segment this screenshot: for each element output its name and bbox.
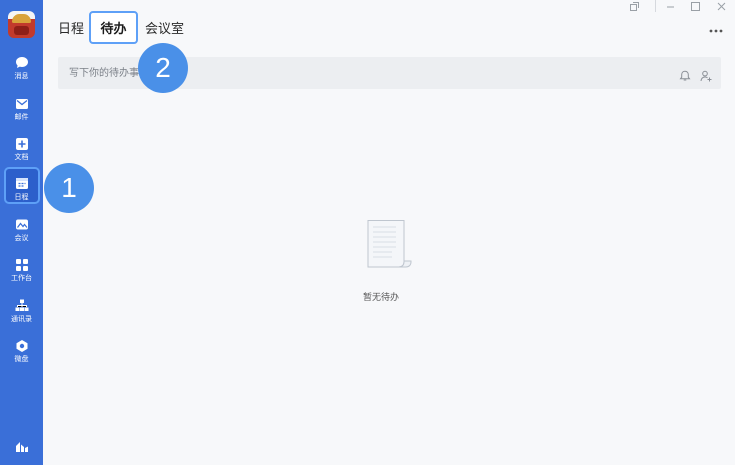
sidebar-item-label: 邮件: [14, 113, 29, 121]
sidebar-item-label: 消息: [14, 72, 29, 80]
assign-user-icon[interactable]: [700, 67, 712, 82]
empty-state-illustration: [355, 219, 425, 275]
stats-icon: [15, 440, 29, 453]
tab-todo[interactable]: 待办: [89, 11, 138, 44]
more-options-icon[interactable]: [709, 21, 723, 37]
reminder-bell-icon[interactable]: [679, 67, 691, 81]
sidebar-item-label: 会议: [14, 234, 29, 242]
document-plus-icon: [15, 137, 29, 150]
sidebar-item-drive[interactable]: 微盘: [0, 337, 43, 373]
sidebar-item-label: 日程: [14, 193, 29, 201]
cloud-drive-icon: [15, 339, 29, 352]
callout-one: 1: [44, 163, 94, 213]
tab-todo-label: 待办: [100, 22, 127, 37]
sidebar-item-label: 通讯录: [11, 315, 32, 323]
empty-state-text: 暂无待办: [363, 293, 400, 303]
maximize-icon[interactable]: [691, 2, 700, 14]
chat-bubble-icon: [15, 56, 29, 69]
close-icon[interactable]: [717, 2, 726, 14]
tab-schedule[interactable]: 日程: [58, 18, 84, 37]
sidebar-item-label: 文档: [14, 153, 29, 161]
sidebar-item-messages[interactable]: 消息: [0, 54, 43, 90]
video-meeting-icon: [15, 218, 29, 231]
avatar[interactable]: [8, 11, 35, 38]
minimize-icon[interactable]: [666, 2, 675, 14]
grid-apps-icon: [15, 258, 29, 271]
sidebar: 消息 邮件 文档 日程 会议 工作台 通讯录 微盘: [0, 0, 43, 465]
calendar-icon: [15, 177, 29, 190]
callout-two: 2: [138, 43, 188, 93]
tab-meeting-room[interactable]: 会议室: [145, 18, 184, 37]
sidebar-item-mail[interactable]: 邮件: [0, 95, 43, 131]
sidebar-item-workbench[interactable]: 工作台: [0, 256, 43, 292]
pin-window-icon[interactable]: [630, 2, 639, 14]
sidebar-item-docs[interactable]: 文档: [0, 135, 43, 171]
empty-document-icon: [355, 220, 415, 275]
sidebar-item-label: 微盘: [14, 355, 29, 363]
sidebar-item-meeting[interactable]: 会议: [0, 216, 43, 252]
sidebar-item-label: 工作台: [11, 274, 32, 282]
sidebar-item-contacts[interactable]: 通讯录: [0, 297, 43, 333]
mail-icon: [15, 97, 29, 110]
sidebar-stats-button[interactable]: [0, 438, 43, 454]
org-chart-icon: [15, 299, 29, 312]
divider: [655, 0, 656, 15]
sidebar-item-calendar[interactable]: 日程: [0, 175, 43, 211]
